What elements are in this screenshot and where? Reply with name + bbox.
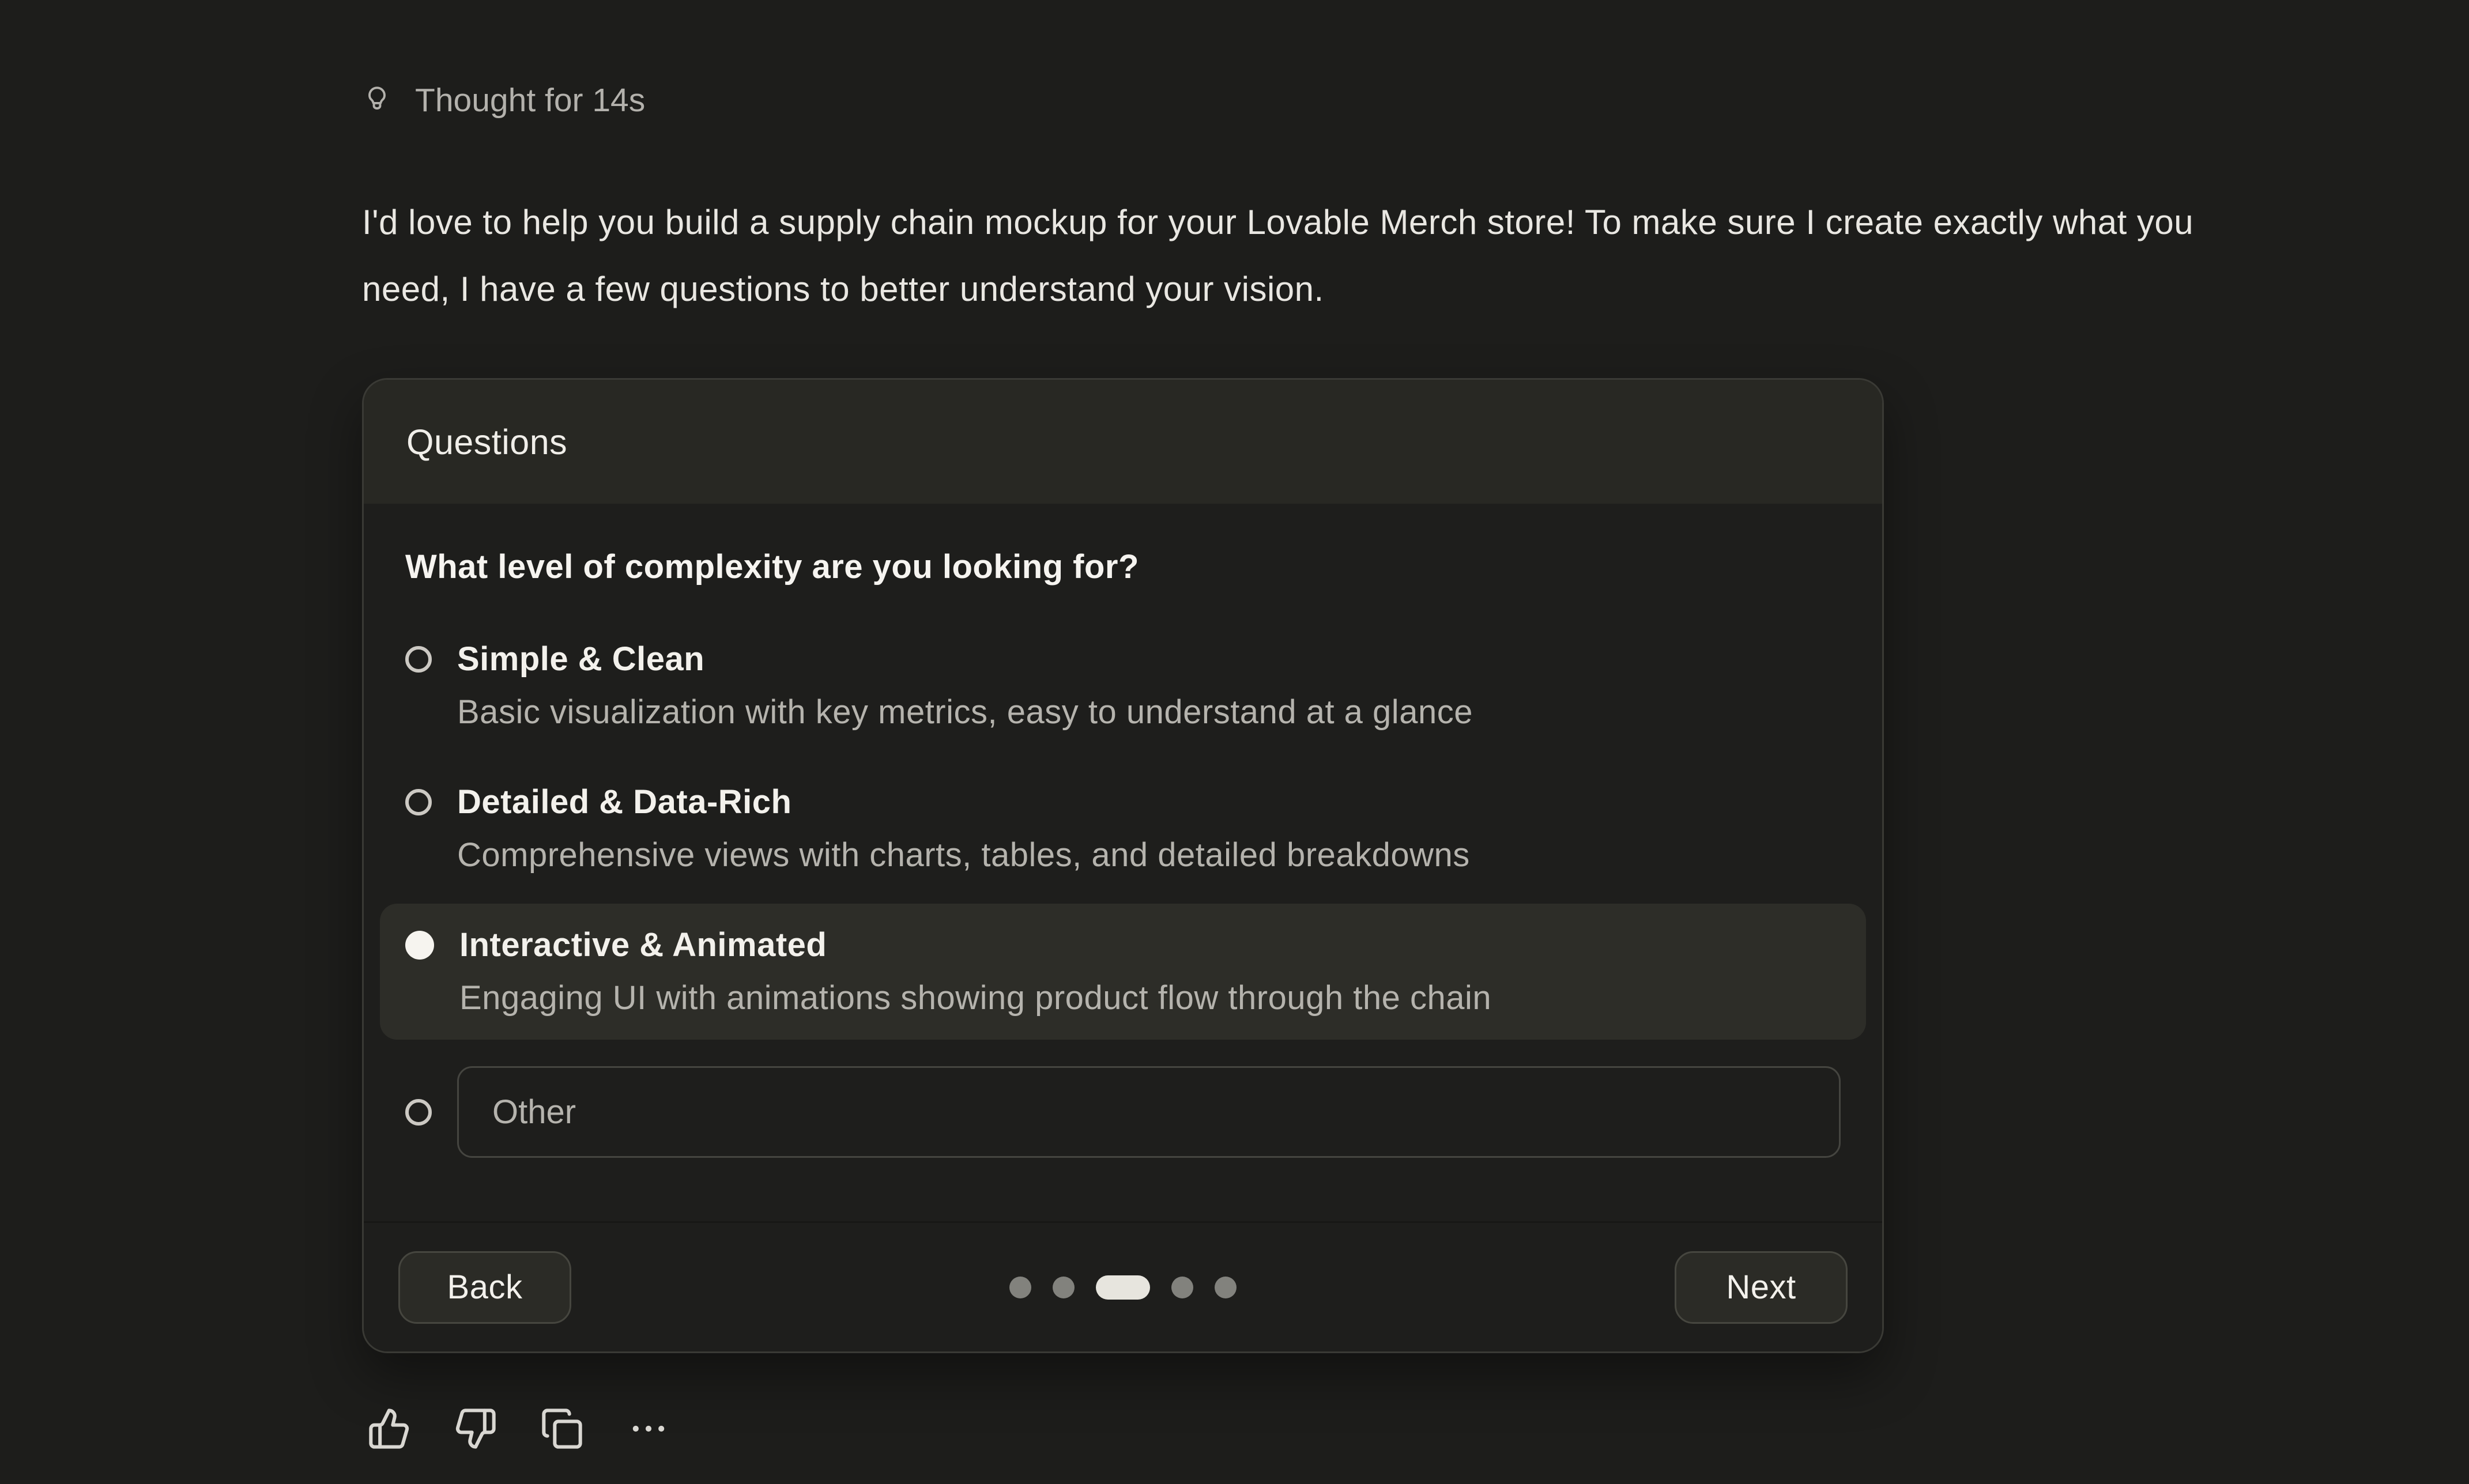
option-label: Simple & Clean [457,637,1473,681]
other-input[interactable] [457,1066,1841,1158]
option-description: Basic visualization with key metrics, ea… [457,690,1473,734]
option-description: Comprehensive views with charts, tables,… [457,833,1470,877]
option-label: Detailed & Data-Rich [457,780,1470,824]
more-options-button[interactable] [626,1406,671,1451]
pagination-dot [1009,1277,1031,1298]
ellipsis-icon [627,1407,670,1451]
thumbs-down-button[interactable] [453,1406,498,1451]
option-text: Simple & Clean Basic visualization with … [457,637,1473,734]
option-label: Interactive & Animated [459,923,1491,967]
pagination-dot [1171,1277,1193,1298]
option-detailed-data-rich[interactable]: Detailed & Data-Rich Comprehensive views… [380,761,1866,897]
radio-unselected-icon[interactable] [405,789,432,815]
assistant-message-text: I'd love to help you build a supply chai… [362,189,2218,323]
questions-card-body: What level of complexity are you looking… [364,504,1882,1221]
pagination-dot [1053,1277,1075,1298]
thought-toggle[interactable]: Thought for 14s [362,80,645,121]
pagination-dot-active [1096,1275,1150,1300]
option-interactive-animated[interactable]: Interactive & Animated Engaging UI with … [380,904,1866,1040]
radio-selected-icon[interactable] [405,931,434,960]
radio-unselected-icon[interactable] [405,1099,432,1126]
questions-card: Questions What level of complexity are y… [362,378,1884,1353]
questions-card-header: Questions [364,380,1882,504]
thumbs-up-icon [367,1407,411,1451]
pagination-dot [1215,1277,1237,1298]
radio-unselected-icon[interactable] [405,646,432,673]
options-list: Simple & Clean Basic visualization with … [405,618,1841,1177]
back-button[interactable]: Back [398,1251,571,1324]
questions-card-footer: Back Next [364,1221,1882,1351]
chat-message-region: Thought for 14s I'd love to help you bui… [362,0,2264,1451]
question-text: What level of complexity are you looking… [405,545,1841,589]
option-other[interactable] [380,1047,1866,1177]
next-button[interactable]: Next [1675,1251,1848,1324]
option-text: Detailed & Data-Rich Comprehensive views… [457,780,1470,877]
lightbulb-icon [362,85,392,115]
option-description: Engaging UI with animations showing prod… [459,976,1491,1020]
message-actions [362,1406,2264,1451]
thought-label: Thought for 14s [415,80,645,121]
thumbs-down-icon [454,1407,497,1451]
copy-button[interactable] [540,1406,585,1451]
thumbs-up-button[interactable] [367,1406,412,1451]
copy-icon [540,1407,584,1451]
option-simple-clean[interactable]: Simple & Clean Basic visualization with … [380,618,1866,754]
option-text: Interactive & Animated Engaging UI with … [459,923,1491,1020]
pagination-dots [1009,1275,1237,1300]
card-title: Questions [406,422,567,462]
